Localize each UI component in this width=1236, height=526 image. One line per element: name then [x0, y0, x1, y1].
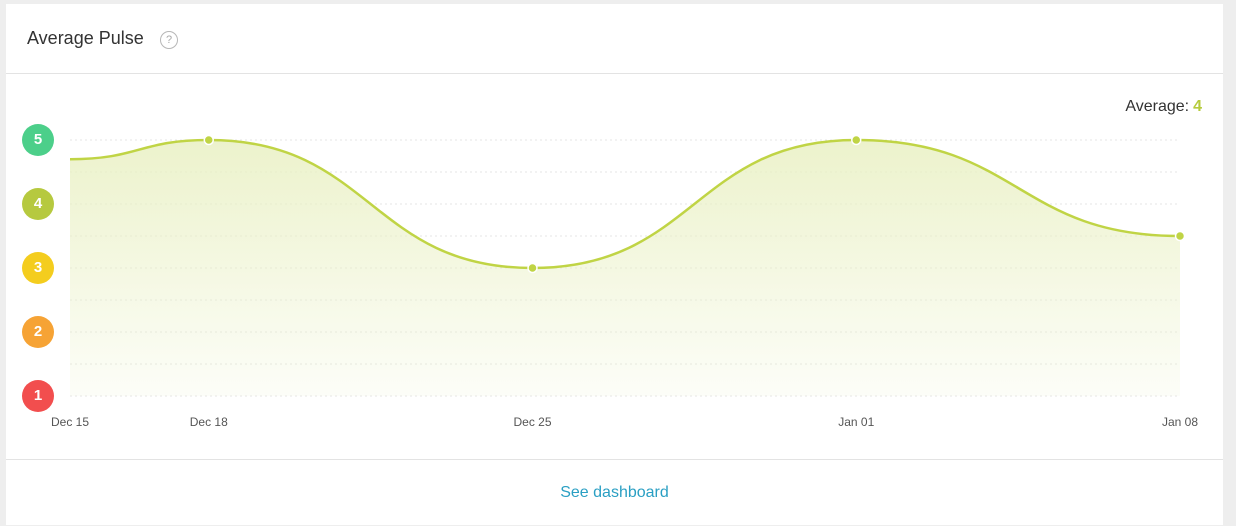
- data-point[interactable]: [527, 262, 538, 274]
- x-tick-label: Dec 25: [513, 415, 551, 429]
- pulse-area-chart: Dec 15 Dec 18 Dec 25 Jan 01 Jan 08: [51, 134, 1198, 429]
- x-tick-label: Dec 15: [51, 415, 89, 429]
- x-tick-label: Dec 18: [190, 415, 228, 429]
- see-dashboard-link[interactable]: See dashboard: [6, 484, 1223, 502]
- average-pulse-card: Average Pulse ? Average: 4 54321 Dec 15 De…: [6, 4, 1223, 525]
- data-point[interactable]: [1174, 230, 1186, 242]
- x-tick-label: Jan 01: [838, 415, 874, 429]
- data-point[interactable]: [851, 134, 862, 146]
- card-footer: See dashboard: [6, 459, 1223, 526]
- series-area: [70, 140, 1180, 396]
- data-point[interactable]: [203, 134, 214, 146]
- x-tick-label: Jan 08: [1162, 415, 1198, 429]
